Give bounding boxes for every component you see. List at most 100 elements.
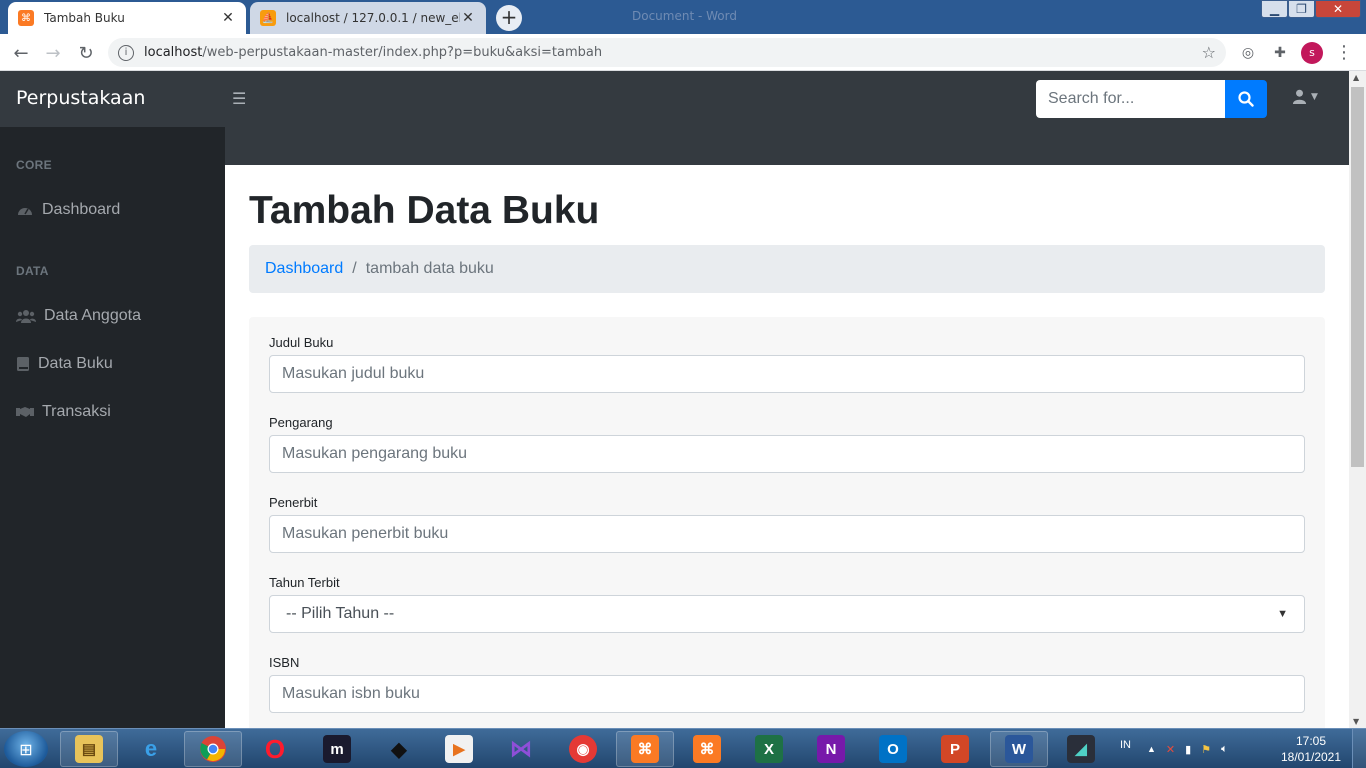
taskbar-word-icon[interactable]: W: [990, 731, 1048, 767]
tab-close-icon[interactable]: ✕: [460, 10, 476, 26]
users-icon: [16, 309, 36, 323]
search-input[interactable]: [1036, 80, 1225, 118]
tahun-terbit-select[interactable]: -- Pilih Tahun -- ▼: [269, 595, 1305, 633]
sidebar: CORE Dashboard DATA Data Anggota Data Bu…: [0, 127, 225, 728]
start-button-windows-icon[interactable]: ⊞: [4, 731, 48, 767]
maximize-button[interactable]: ❐: [1288, 0, 1315, 18]
back-arrow-icon[interactable]: ←: [8, 40, 34, 66]
windows-taskbar: ⊞ ▤ e O m ◆ ▶ ⋈ ◉ ⌘ ⌘ X N O P W ◢ IN ▲ ✕…: [0, 728, 1366, 768]
window-title: Document - Word: [632, 9, 737, 23]
forward-arrow-icon[interactable]: →: [40, 40, 66, 66]
tab-title: localhost / 127.0.0.1 / new_elearn: [286, 11, 460, 25]
volume-icon[interactable]: 🔈︎: [1221, 743, 1228, 756]
taskbar-visual-studio-icon[interactable]: ⋈: [492, 731, 550, 767]
tab-close-icon[interactable]: ✕: [220, 10, 236, 26]
sidebar-item-transaksi[interactable]: Transaksi: [16, 403, 111, 421]
taskbar-media-player-icon[interactable]: ▶: [430, 731, 488, 767]
scroll-down-arrow-icon[interactable]: ▼: [1353, 717, 1359, 726]
xampp-favicon-icon: ⌘: [18, 10, 34, 26]
web-page: Perpustakaan ☰ ▼ CORE Dashboard DATA: [0, 71, 1349, 728]
address-bar[interactable]: i localhost/web-perpustakaan-master/inde…: [108, 38, 1226, 67]
extension-icon[interactable]: ◎: [1237, 42, 1259, 64]
profile-avatar[interactable]: s: [1301, 42, 1323, 64]
breadcrumb-current: tambah data buku: [365, 260, 494, 277]
judul-buku-input[interactable]: [269, 355, 1305, 393]
taskbar-filmora-icon[interactable]: ◢: [1052, 731, 1110, 767]
isbn-input[interactable]: [269, 675, 1305, 713]
scrollbar-thumb[interactable]: [1351, 87, 1364, 467]
new-tab-button[interactable]: +: [496, 5, 522, 31]
sidebar-item-dashboard[interactable]: Dashboard: [16, 201, 120, 219]
sidebar-item-label: Dashboard: [42, 201, 121, 218]
system-tray: IN ▲ ✕ ▮ ⚑ 🔈︎: [1120, 729, 1228, 768]
puzzle-icon[interactable]: ✚: [1269, 42, 1291, 64]
taskbar-explorer-icon[interactable]: ▤: [60, 731, 118, 767]
sidebar-heading-data: DATA: [16, 264, 49, 278]
tab-title: Tambah Buku: [44, 11, 125, 25]
sidebar-item-data-buku[interactable]: Data Buku: [16, 355, 113, 373]
language-indicator[interactable]: IN: [1120, 739, 1131, 751]
taskbar-onenote-icon[interactable]: N: [802, 731, 860, 767]
main-content: Tambah Data Buku Dashboard / tambah data…: [225, 165, 1349, 728]
user-icon: [1292, 89, 1307, 104]
sidebar-item-data-anggota[interactable]: Data Anggota: [16, 307, 141, 325]
select-value: -- Pilih Tahun --: [286, 605, 395, 622]
taskbar-powerpoint-icon[interactable]: P: [926, 731, 984, 767]
close-window-button[interactable]: ✕: [1315, 0, 1361, 18]
pengarang-input[interactable]: [269, 435, 1305, 473]
breadcrumb-link-dashboard[interactable]: Dashboard: [265, 260, 343, 278]
reload-icon[interactable]: ↻: [73, 40, 99, 66]
label-isbn: ISBN: [269, 655, 300, 670]
sidebar-item-label: Data Anggota: [44, 307, 141, 324]
phpmyadmin-favicon-icon: ⛵: [260, 10, 276, 26]
taskbar-record-app-icon[interactable]: ◉: [554, 731, 612, 767]
tray-expand-icon[interactable]: ▲: [1147, 744, 1156, 754]
sidebar-toggle-hamburger-icon[interactable]: ☰: [232, 89, 246, 108]
book-icon: [16, 357, 30, 371]
header-band: [225, 127, 1349, 165]
page-scrollbar[interactable]: ▲ ▼: [1349, 71, 1366, 728]
breadcrumb: Dashboard / tambah data buku: [249, 245, 1325, 293]
clock[interactable]: 17:05 18/01/2021: [1278, 733, 1344, 765]
breadcrumb-separator: /: [352, 260, 357, 277]
browser-menu-icon[interactable]: ⋮: [1335, 40, 1353, 66]
url-path: /web-perpustakaan-master/index.php?p=buk…: [202, 45, 603, 60]
taskbar-excel-icon[interactable]: X: [740, 731, 798, 767]
taskbar-opera-icon[interactable]: O: [246, 731, 304, 767]
user-dropdown[interactable]: ▼: [1292, 89, 1318, 104]
bookmark-star-icon[interactable]: ☆: [1202, 43, 1216, 62]
browser-tab-phpmyadmin[interactable]: ⛵ localhost / 127.0.0.1 / new_elearn ✕: [250, 2, 486, 34]
battery-icon[interactable]: ▮: [1185, 743, 1191, 756]
show-desktop-button[interactable]: [1352, 729, 1366, 768]
browser-titlebar: ⌘ Tambah Buku ✕ ⛵ localhost / 127.0.0.1 …: [0, 0, 1366, 34]
minimize-button[interactable]: ▁: [1261, 0, 1288, 18]
taskbar-mendeley-icon[interactable]: m: [308, 731, 366, 767]
taskbar-internet-explorer-icon[interactable]: e: [122, 731, 180, 767]
top-navbar: Perpustakaan ☰ ▼: [0, 71, 1349, 127]
taskbar-xampp-icon[interactable]: ⌘: [678, 731, 736, 767]
penerbit-input[interactable]: [269, 515, 1305, 553]
search-button[interactable]: [1225, 80, 1267, 118]
label-pengarang: Pengarang: [269, 415, 333, 430]
label-judul-buku: Judul Buku: [269, 335, 334, 350]
taskbar-inkscape-icon[interactable]: ◆: [370, 731, 428, 767]
tachometer-icon: [16, 203, 34, 217]
handshake-icon: [16, 405, 34, 419]
browser-toolbar: ← → ↻ i localhost/web-perpustakaan-maste…: [0, 34, 1366, 71]
caret-down-icon: ▼: [1311, 91, 1318, 102]
network-icon[interactable]: ✕: [1166, 743, 1175, 756]
flag-icon[interactable]: ⚑: [1201, 743, 1211, 756]
book-form-card: Judul Buku Pengarang Penerbit Tahun Terb…: [249, 317, 1325, 728]
search-icon: [1238, 91, 1254, 107]
taskbar-xampp-icon[interactable]: ⌘: [616, 731, 674, 767]
browser-tab-active[interactable]: ⌘ Tambah Buku ✕: [8, 2, 246, 34]
site-info-icon[interactable]: i: [118, 44, 134, 61]
label-penerbit: Penerbit: [269, 495, 318, 510]
scroll-up-arrow-icon[interactable]: ▲: [1353, 73, 1359, 82]
sidebar-item-label: Transaksi: [42, 403, 111, 420]
taskbar-outlook-icon[interactable]: O: [864, 731, 922, 767]
taskbar-chrome-icon[interactable]: [184, 731, 242, 767]
sidebar-item-label: Data Buku: [38, 355, 113, 372]
brand-logo[interactable]: Perpustakaan: [16, 87, 145, 109]
page-title: Tambah Data Buku: [249, 189, 600, 232]
